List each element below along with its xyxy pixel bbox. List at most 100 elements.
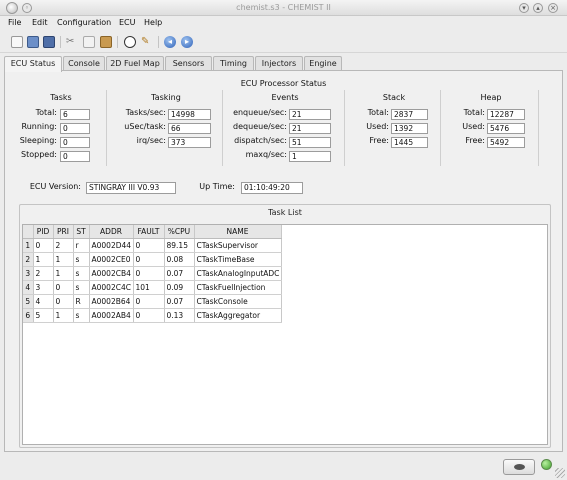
table-header-row: PID PRI ST ADDR FAULT %CPU NAME	[23, 225, 282, 239]
column-header[interactable]: FAULT	[133, 225, 165, 239]
menu-edit[interactable]: Edit	[32, 18, 48, 27]
close-icon[interactable]: ×	[548, 3, 558, 13]
toolbar: ✂ ✎ ◂ ▸	[0, 31, 567, 53]
table-row[interactable]: 4 3 0 s A0002C4C 101 0.09 CTaskFuelInjection	[23, 280, 282, 295]
tasks-total-label: Total:	[35, 108, 57, 117]
table-cell: 0	[133, 266, 165, 281]
table-cell: 5	[33, 308, 54, 323]
tab-2d-fuel-map[interactable]: 2D Fuel Map	[106, 56, 164, 71]
irq-per-sec-label: irq/sec:	[136, 136, 166, 145]
tab-ecu-status[interactable]: ECU Status	[4, 56, 62, 72]
menu-configuration[interactable]: Configuration	[57, 18, 111, 27]
heap-used-label: Used:	[462, 122, 485, 131]
column-header[interactable]: ADDR	[89, 225, 134, 239]
tab-console[interactable]: Console	[63, 56, 105, 71]
heap-free-label: Free:	[465, 136, 485, 145]
irq-per-sec-field: 373	[168, 137, 211, 148]
title-bar[interactable]: ◦ chemist.s3 - CHEMIST II ▾ ▴ ×	[0, 0, 567, 16]
window-title: chemist.s3 - CHEMIST II	[236, 3, 331, 12]
maxq-label: maxq/sec:	[245, 150, 287, 159]
menu-bar: File Edit Configuration ECU Help	[0, 16, 567, 31]
tools-icon[interactable]: ✎	[141, 36, 153, 48]
column-header[interactable]: %CPU	[164, 225, 195, 239]
copy-icon[interactable]	[83, 36, 95, 48]
connection-status-led-icon	[541, 459, 552, 470]
tab-sensors[interactable]: Sensors	[165, 56, 212, 71]
tasking-heading: Tasking	[151, 93, 181, 102]
tasks-per-sec-label: Tasks/sec:	[125, 108, 166, 117]
stack-heading: Stack	[382, 93, 406, 102]
minimize-icon[interactable]: ▾	[519, 3, 529, 13]
table-cell: 89.15	[164, 238, 195, 253]
tab-injectors[interactable]: Injectors	[255, 56, 303, 71]
table-row[interactable]: 1 0 2 r A0002D44 0 89.15 CTaskSupervisor	[23, 238, 282, 253]
column-header[interactable]: PRI	[53, 225, 74, 239]
panel-title: ECU Processor Status	[240, 79, 327, 88]
tasks-total-field: 6	[60, 109, 90, 120]
table-cell: 0	[53, 280, 74, 295]
table-row[interactable]: 6 5 1 s A0002AB4 0 0.13 CTaskAggregator	[23, 308, 282, 323]
tasks-running-field: 0	[60, 123, 90, 134]
tab-engine[interactable]: Engine	[304, 56, 342, 71]
resize-grip[interactable]	[555, 468, 565, 478]
ecu-version-label: ECU Version:	[29, 182, 81, 191]
tasking-group: Tasking Tasks/sec: 14998 uSec/task: 66 i…	[109, 90, 223, 166]
heap-heading: Heap	[480, 93, 502, 102]
table-cell: A0002CE0	[89, 252, 134, 267]
open-icon[interactable]	[27, 36, 39, 48]
new-icon[interactable]	[11, 36, 23, 48]
back-icon[interactable]: ◂	[164, 36, 176, 48]
maxq-field: 1	[289, 151, 331, 162]
column-header[interactable]: NAME	[194, 225, 282, 239]
paste-icon[interactable]	[100, 36, 112, 48]
table-cell: 0	[33, 238, 54, 253]
column-header[interactable]: PID	[33, 225, 54, 239]
eye-toggle-button[interactable]	[503, 459, 535, 475]
column-header[interactable]	[23, 225, 34, 239]
task-list-title: Task List	[268, 208, 302, 217]
main-window: ◦ chemist.s3 - CHEMIST II ▾ ▴ × File Edi…	[0, 0, 567, 480]
row-number: 4	[23, 280, 34, 295]
menu-ecu[interactable]: ECU	[119, 18, 136, 27]
cut-icon[interactable]: ✂	[66, 36, 78, 48]
table-cell: 0.07	[164, 294, 195, 309]
usec-per-task-label: uSec/task:	[124, 122, 166, 131]
menu-help[interactable]: Help	[144, 18, 162, 27]
task-table[interactable]: PID PRI ST ADDR FAULT %CPU NAME 1 0 2 r A0002D44 0 8…	[22, 224, 548, 445]
clock-icon[interactable]	[124, 36, 136, 48]
tasks-sleeping-label: Sleeping:	[19, 136, 57, 145]
table-cell: 2	[53, 238, 74, 253]
tab-timing[interactable]: Timing	[213, 56, 254, 71]
stack-free-field: 1445	[391, 137, 428, 148]
stack-used-field: 1392	[391, 123, 428, 134]
row-number: 3	[23, 266, 34, 281]
table-cell: A0002AB4	[89, 308, 134, 323]
table-row[interactable]: 5 4 0 R A0002B64 0 0.07 CTaskConsole	[23, 294, 282, 309]
column-header[interactable]: ST	[73, 225, 90, 239]
table-row[interactable]: 2 1 1 s A0002CE0 0 0.08 CTaskTimeBase	[23, 252, 282, 267]
table-cell: 0	[53, 294, 74, 309]
enqueue-label: enqueue/sec:	[233, 108, 287, 117]
menu-file[interactable]: File	[8, 18, 21, 27]
table-cell: A0002D44	[89, 238, 134, 253]
save-icon[interactable]	[43, 36, 55, 48]
tasks-group: Tasks Total: 6 Running: 0 Sleeping: 0 St…	[15, 90, 107, 166]
forward-icon[interactable]: ▸	[181, 36, 193, 48]
table-row[interactable]: 3 2 1 s A0002CB4 0 0.07 CTaskAnalogInputADC	[23, 266, 282, 281]
table-cell: 0	[133, 252, 165, 267]
maximize-icon[interactable]: ▴	[533, 3, 543, 13]
stack-used-label: Used:	[366, 122, 389, 131]
table-cell: 4	[33, 294, 54, 309]
enqueue-field: 21	[289, 109, 331, 120]
table-cell: CTaskAnalogInputADC	[194, 266, 282, 281]
table-cell: CTaskSupervisor	[194, 238, 282, 253]
table-cell: 1	[53, 308, 74, 323]
ecu-version-field: STINGRAY III V0.93	[86, 182, 176, 194]
usec-per-task-field: 66	[168, 123, 211, 134]
heap-group: Heap Total: 12287 Used: 5476 Free: 5492	[443, 90, 539, 166]
tasks-stopped-label: Stopped:	[21, 150, 57, 159]
tasks-sleeping-field: 0	[60, 137, 90, 148]
table-cell: R	[73, 294, 90, 309]
row-number: 5	[23, 294, 34, 309]
table-cell: 1	[53, 266, 74, 281]
